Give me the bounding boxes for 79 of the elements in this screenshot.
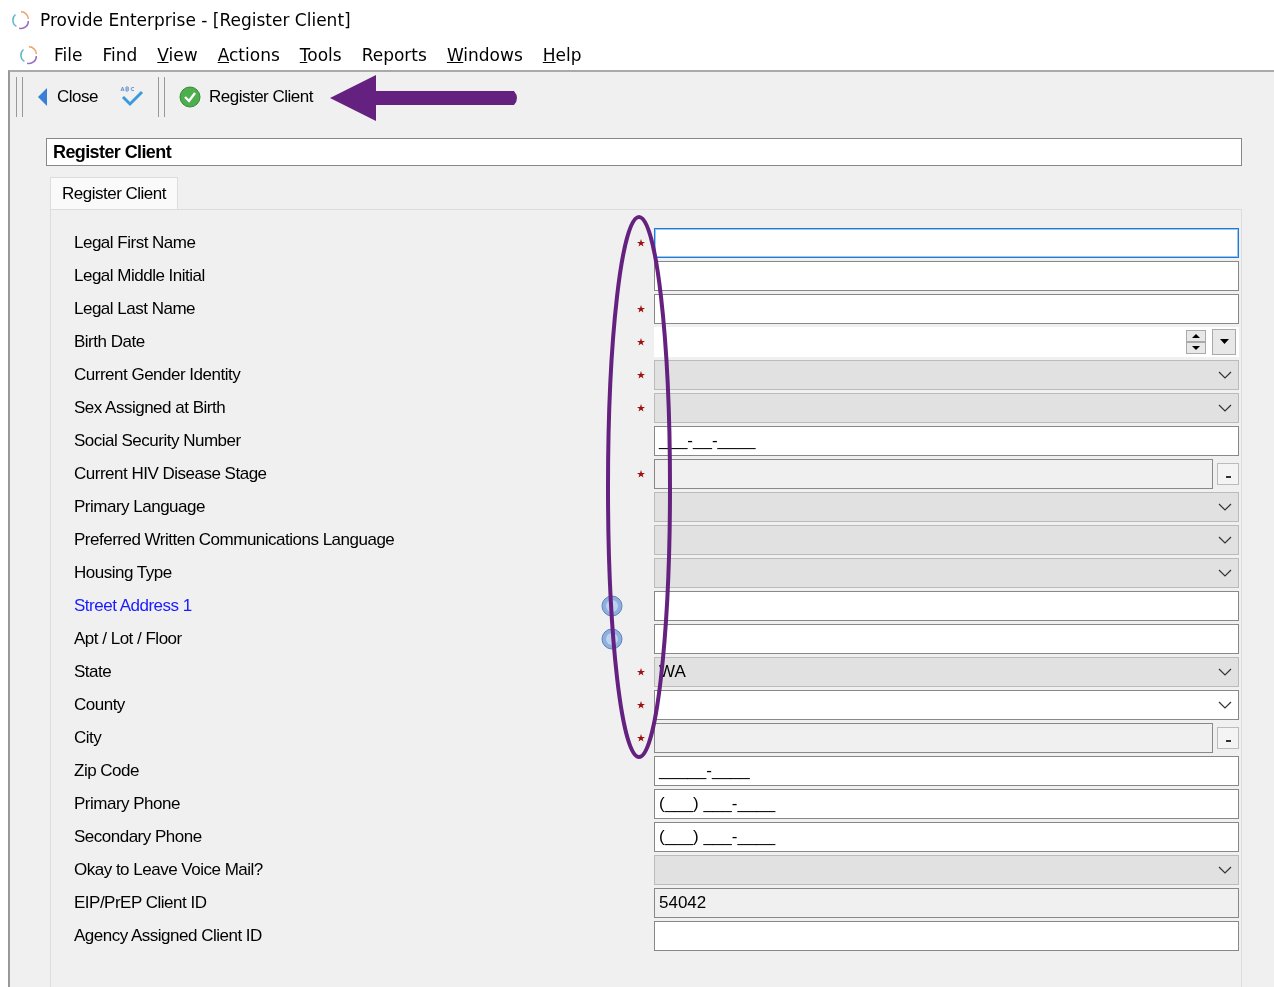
field-label: Secondary Phone xyxy=(74,826,203,847)
dropdown-field[interactable] xyxy=(654,491,1239,522)
field-label: EIP/PrEP Client ID xyxy=(74,892,208,913)
field-label: Legal Last Name xyxy=(74,298,197,319)
text-field[interactable]: (___) ___-____ xyxy=(654,821,1239,852)
text-field[interactable] xyxy=(654,260,1239,291)
menu-item[interactable]: Windows xyxy=(436,45,533,65)
lookup-field[interactable] xyxy=(654,458,1213,489)
date-field[interactable] xyxy=(654,326,1239,357)
menu-item[interactable]: Tools xyxy=(289,45,352,65)
spell-check-icon xyxy=(117,86,144,108)
text-field[interactable] xyxy=(654,623,1239,654)
field-label: State xyxy=(74,661,113,682)
toolbar-grip[interactable] xyxy=(16,77,23,117)
lookup-button[interactable] xyxy=(1217,462,1239,485)
caret-icon xyxy=(1219,339,1229,344)
tab[interactable]: Register Client xyxy=(50,177,178,209)
field-label: Agency Assigned Client ID xyxy=(74,925,263,946)
dropdown-field[interactable] xyxy=(654,359,1239,390)
chevron-down-icon xyxy=(1218,865,1232,874)
field-label: Housing Type xyxy=(74,562,173,583)
field-label: City xyxy=(74,727,103,748)
close-button[interactable]: Close xyxy=(31,83,104,111)
dropdown-button[interactable] xyxy=(1212,328,1236,355)
dropdown-field[interactable] xyxy=(654,854,1239,885)
field-label: Current Gender Identity xyxy=(74,364,242,385)
dropdown-field[interactable] xyxy=(654,557,1239,588)
dropdown-field[interactable] xyxy=(654,689,1239,720)
field-label: Apt / Lot / Floor xyxy=(74,628,183,649)
form-header: Register Client xyxy=(46,138,1242,166)
spinner-icon[interactable] xyxy=(1186,329,1206,354)
menu-item[interactable]: Help xyxy=(532,45,592,65)
field-label: Legal First Name xyxy=(74,232,197,253)
dropdown-field[interactable] xyxy=(654,524,1239,555)
text-field[interactable] xyxy=(654,227,1239,258)
help-icon[interactable] xyxy=(601,627,623,650)
chevron-down-icon xyxy=(1218,370,1232,379)
readonly-field: 54042 xyxy=(654,887,1239,918)
chevron-down-icon xyxy=(1218,535,1232,544)
menu-item[interactable]: File xyxy=(44,45,93,65)
chevron-down-icon xyxy=(1218,700,1232,709)
chevron-down-icon xyxy=(1218,403,1232,412)
field-label: Birth Date xyxy=(74,331,146,352)
ellipsis-icon xyxy=(1225,475,1231,478)
text-field[interactable] xyxy=(654,293,1239,324)
lookup-field[interactable] xyxy=(654,722,1213,753)
chevron-down-icon xyxy=(1218,667,1232,676)
text-field[interactable] xyxy=(654,590,1239,621)
chevron-down-icon xyxy=(1218,568,1232,577)
text-field[interactable] xyxy=(654,920,1239,951)
field-label: Sex Assigned at Birth xyxy=(74,397,227,418)
menu-item[interactable]: Reports xyxy=(351,45,437,65)
lookup-button[interactable] xyxy=(1217,726,1239,749)
field-label: Legal Middle Initial xyxy=(74,265,206,286)
help-icon[interactable] xyxy=(601,594,623,617)
window-title: Provide Enterprise - [Register Client] xyxy=(40,10,351,30)
text-field[interactable]: _____-____ xyxy=(654,755,1239,786)
field-label: Social Security Number xyxy=(74,430,242,451)
field-label: Current HIV Disease Stage xyxy=(74,463,268,484)
field-label: Okay to Leave Voice Mail? xyxy=(74,859,264,880)
field-label: Zip Code xyxy=(74,760,140,781)
dropdown-field[interactable] xyxy=(654,392,1239,423)
menu-item[interactable]: Actions xyxy=(207,45,290,65)
field-label: County xyxy=(74,694,126,715)
check-circle-icon xyxy=(178,86,201,108)
field-label: Preferred Written Communications Language xyxy=(74,529,396,550)
toolbar-grip[interactable] xyxy=(157,77,165,117)
swirl-logo-icon xyxy=(10,9,32,31)
field-label: Primary Language xyxy=(74,496,206,517)
ellipsis-icon xyxy=(1225,739,1231,742)
back-arrow-icon xyxy=(37,87,49,107)
text-field[interactable]: (___) ___-____ xyxy=(654,788,1239,819)
field-label-link[interactable]: Street Address 1 xyxy=(74,595,601,616)
register-client-button[interactable]: Register Client xyxy=(172,82,319,112)
chevron-down-icon xyxy=(1218,502,1232,511)
field-label: Primary Phone xyxy=(74,793,181,814)
swirl-logo-icon[interactable] xyxy=(18,44,40,66)
menu-item[interactable]: View xyxy=(147,45,208,65)
menu-item[interactable]: Find xyxy=(92,45,148,65)
